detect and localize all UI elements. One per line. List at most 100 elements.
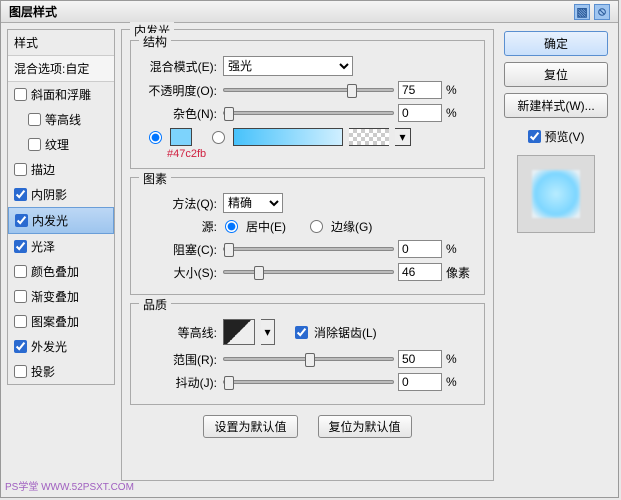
new-style-button[interactable]: 新建样式(W)... [504,93,608,118]
noise-label: 杂色(N): [139,105,217,122]
action-panel: 确定 复位 新建样式(W)... 预览(V) [500,29,612,491]
preview-checkbox[interactable] [528,130,541,143]
choke-slider[interactable] [223,247,394,251]
settings-panel: 内发光 结构 混合模式(E): 强光 不透明度(O): 75 % [121,29,494,491]
style-item-11[interactable]: 投影 [8,359,114,384]
blend-mode-label: 混合模式(E): [139,58,217,75]
size-unit: 像素 [446,264,476,281]
range-slider[interactable] [223,357,394,361]
minimize-icon[interactable]: ▧ [574,4,590,20]
style-item-5[interactable]: 内发光 [8,207,114,234]
ok-button[interactable]: 确定 [504,31,608,56]
contour-dropdown-icon[interactable]: ▾ [261,319,275,345]
make-default-button[interactable]: 设置为默认值 [203,415,297,438]
elements-title: 图素 [139,170,171,187]
style-checkbox[interactable] [14,188,27,201]
style-item-2[interactable]: 纹理 [8,132,114,157]
gradient-checker [349,128,389,146]
style-checkbox[interactable] [14,88,27,101]
style-checkbox[interactable] [14,315,27,328]
structure-title: 结构 [139,33,171,50]
color-swatch[interactable] [170,128,192,146]
reset-default-button[interactable]: 复位为默认值 [318,415,412,438]
preview-box [517,155,595,233]
contour-label: 等高线: [139,324,217,341]
styles-heading[interactable]: 样式 [8,30,114,56]
style-item-6[interactable]: 光泽 [8,234,114,259]
choke-input[interactable]: 0 [398,240,442,258]
style-checkbox[interactable] [14,365,27,378]
source-label: 源: [139,218,217,235]
titlebar[interactable]: 图层样式 ▧ ⦸ [1,1,618,23]
technique-label: 方法(Q): [139,195,217,212]
source-edge-radio[interactable] [310,220,323,233]
layer-style-dialog: 图层样式 ▧ ⦸ 样式 混合选项:自定 斜面和浮雕等高线纹理描边内阴影内发光光泽… [0,0,619,498]
style-item-10[interactable]: 外发光 [8,334,114,359]
range-unit: % [446,352,476,366]
style-item-4[interactable]: 内阴影 [8,182,114,207]
cancel-button[interactable]: 复位 [504,62,608,87]
style-checkbox[interactable] [14,340,27,353]
jitter-unit: % [446,375,476,389]
source-center-label: 居中(E) [246,218,286,235]
style-item-0[interactable]: 斜面和浮雕 [8,82,114,107]
style-checkbox[interactable] [14,265,27,278]
style-checkbox[interactable] [14,240,27,253]
noise-slider[interactable] [223,111,394,115]
choke-label: 阻塞(C): [139,241,217,258]
style-item-1[interactable]: 等高线 [8,107,114,132]
contour-swatch[interactable] [223,319,255,345]
jitter-input[interactable]: 0 [398,373,442,391]
size-slider[interactable] [223,270,394,274]
opacity-input[interactable]: 75 [398,81,442,99]
antialias-label: 消除锯齿(L) [314,324,377,341]
noise-input[interactable]: 0 [398,104,442,122]
style-item-label: 描边 [31,161,55,178]
preview-label: 预览(V) [545,128,585,145]
dialog-title: 图层样式 [9,3,57,20]
style-checkbox[interactable] [28,113,41,126]
gradient-dropdown-icon[interactable]: ▾ [395,128,411,146]
style-item-label: 纹理 [45,136,69,153]
jitter-slider[interactable] [223,380,394,384]
blending-options-row[interactable]: 混合选项:自定 [8,56,114,82]
technique-select[interactable]: 精确 [223,193,283,213]
opacity-slider[interactable] [223,88,394,92]
opacity-label: 不透明度(O): [139,82,217,99]
close-icon[interactable]: ⦸ [594,4,610,20]
preview-thumbnail [532,170,580,218]
range-input[interactable]: 50 [398,350,442,368]
style-item-label: 内发光 [32,212,68,229]
style-item-9[interactable]: 图案叠加 [8,309,114,334]
jitter-label: 抖动(J): [139,374,217,391]
noise-unit: % [446,106,476,120]
solid-color-radio[interactable] [149,131,162,144]
style-item-7[interactable]: 颜色叠加 [8,259,114,284]
style-item-3[interactable]: 描边 [8,157,114,182]
style-item-label: 渐变叠加 [31,288,79,305]
blend-mode-select[interactable]: 强光 [223,56,353,76]
gradient-swatch[interactable] [233,128,343,146]
choke-unit: % [446,242,476,256]
style-item-label: 图案叠加 [31,313,79,330]
style-item-label: 颜色叠加 [31,263,79,280]
opacity-unit: % [446,83,476,97]
size-input[interactable]: 46 [398,263,442,281]
styles-panel: 样式 混合选项:自定 斜面和浮雕等高线纹理描边内阴影内发光光泽颜色叠加渐变叠加图… [7,29,115,491]
color-annotation: #47c2fb [167,148,476,160]
source-edge-label: 边缘(G) [331,218,372,235]
style-checkbox[interactable] [15,214,28,227]
style-checkbox[interactable] [28,138,41,151]
gradient-radio[interactable] [212,131,225,144]
style-item-8[interactable]: 渐变叠加 [8,284,114,309]
style-checkbox[interactable] [14,290,27,303]
style-item-label: 投影 [31,363,55,380]
range-label: 范围(R): [139,351,217,368]
source-center-radio[interactable] [225,220,238,233]
watermark: PS学堂 WWW.52PSXT.COM [5,478,134,493]
antialias-checkbox[interactable] [295,326,308,339]
style-item-label: 光泽 [31,238,55,255]
style-checkbox[interactable] [14,163,27,176]
style-item-label: 斜面和浮雕 [31,86,91,103]
quality-title: 品质 [139,296,171,313]
